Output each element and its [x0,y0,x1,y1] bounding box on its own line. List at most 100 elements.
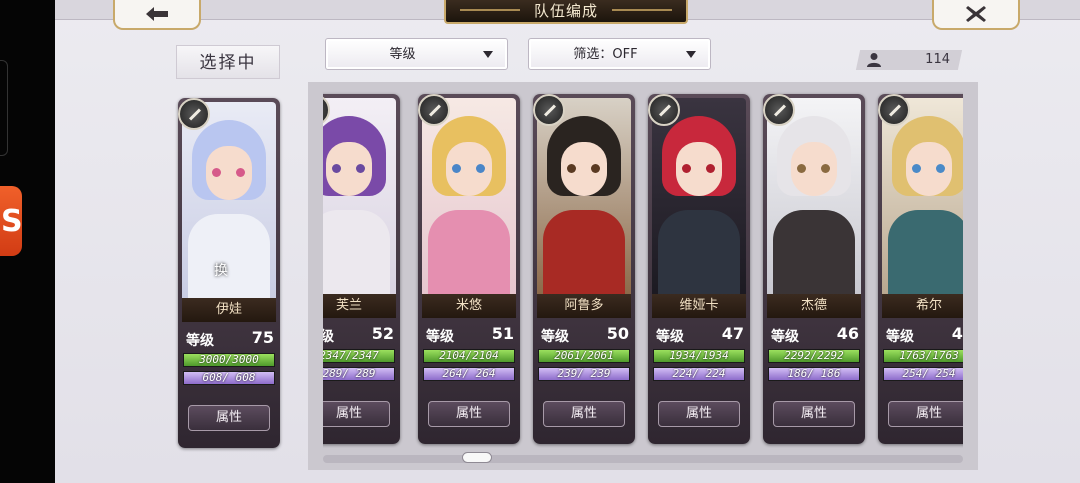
hp-value: 3000/3000 [199,353,259,366]
hp-value: 2292/2292 [784,349,844,362]
hp-bar: 1934/1934 [653,349,745,363]
sword-class-icon [533,94,565,126]
hp-value: 2347/2347 [323,349,379,362]
roster-card[interactable]: 阿鲁多 等级 50 2061/2061 239/ 239 属性 [533,94,635,444]
triangle-down-icon [483,51,493,58]
portrait-eye [912,164,921,173]
level-label: 等级 [323,329,334,345]
portrait-eye [591,164,600,173]
character-portrait [422,98,516,294]
mp-bar: 224/ 224 [653,367,745,381]
portrait-eye [236,168,245,177]
mp-value: 186/ 186 [787,367,841,380]
sort-dropdown[interactable]: 等级 [325,38,508,70]
level-value: 46 [836,324,859,343]
filter-dropdown-value: 筛选：OFF [573,47,638,62]
character-portrait [652,98,746,294]
attributes-button[interactable]: 属性 [773,401,855,427]
hp-value: 2061/2061 [554,349,614,362]
roster-card[interactable]: 芙兰 等级 52 2347/2347 289/ 289 属性 [323,94,400,444]
character-name: 杰德 [767,294,861,318]
portrait-body [658,210,740,294]
hp-bar: 2292/2292 [768,349,860,363]
attributes-button[interactable]: 属性 [188,405,270,431]
character-portrait [537,98,631,294]
level-value: 75 [251,328,274,347]
character-name: 阿鲁多 [537,294,631,318]
floating-app-icon[interactable] [0,186,23,256]
hp-value: 1934/1934 [669,349,729,362]
triangle-down-icon [686,51,696,58]
level-label: 等级 [656,329,684,345]
roster-card[interactable]: 维娅卡 等级 47 1934/1934 224/ 224 属性 [648,94,750,444]
mp-value: 254/ 254 [902,367,956,380]
hp-bar: 2061/2061 [538,349,630,363]
level-value: 44 [951,324,963,343]
portrait-body [543,210,625,294]
character-portrait: 换 [182,102,276,298]
attributes-button[interactable]: 属性 [543,401,625,427]
mage-class-icon [878,94,910,126]
mp-bar: 254/ 254 [883,367,963,381]
character-name: 希尔 [882,294,963,318]
attributes-button[interactable]: 属性 [428,401,510,427]
level-label: 等级 [426,329,454,345]
character-name: 伊娃 [182,298,276,322]
roster-card[interactable]: 米悠 等级 51 2104/2104 264/ 264 属性 [418,94,520,444]
arrow-left-icon [146,7,168,21]
person-icon [867,53,881,67]
page-title: 队伍编成 [444,0,688,24]
character-portrait [323,98,396,294]
portrait-eye [212,168,221,177]
mage-class-icon [178,98,210,130]
portrait-eye [821,164,830,173]
swap-badge: 换 [214,263,228,279]
selected-character-card[interactable]: 换 伊娃 等级 75 3000/3000 608/ 608 属性 [178,98,280,448]
mp-value: 264/ 264 [442,367,496,380]
mp-bar: 264/ 264 [423,367,515,381]
sword-class-icon [418,94,450,126]
portrait-eye [476,164,485,173]
close-x-icon [966,6,986,22]
mp-bar: 608/ 608 [183,371,275,385]
mp-value: 608/ 608 [202,371,256,384]
attributes-button[interactable]: 属性 [658,401,740,427]
portrait-body [773,210,855,294]
portrait-body [888,210,963,294]
portrait-eye [452,164,461,173]
character-name: 维娅卡 [652,294,746,318]
roster-scrollbar[interactable] [323,455,963,463]
hp-bar: 1763/1763 [883,349,963,363]
roster-card[interactable]: 希尔 等级 44 1763/1763 254/ 254 属性 [878,94,963,444]
roster-list[interactable]: 芙兰 等级 52 2347/2347 289/ 289 属性 米悠 等级 51 … [323,88,963,448]
mp-value: 239/ 239 [557,367,611,380]
roster-scroll-thumb[interactable] [462,452,492,463]
character-name: 芙兰 [323,294,396,318]
mp-bar: 186/ 186 [768,367,860,381]
spear-class-icon [763,94,795,126]
mp-bar: 289/ 289 [323,367,395,381]
character-portrait [882,98,963,294]
filter-dropdown[interactable]: 筛选：OFF [528,38,711,70]
character-portrait [767,98,861,294]
hp-value: 1763/1763 [899,349,959,362]
attributes-button[interactable]: 属性 [888,401,963,427]
sort-dropdown-value: 等级 [389,47,416,62]
portrait-eye [682,164,691,173]
level-label: 等级 [771,329,799,345]
attributes-button[interactable]: 属性 [323,401,390,427]
close-button[interactable] [932,0,1020,30]
sword-class-icon [648,94,680,126]
portrait-eye [567,164,576,173]
level-value: 50 [606,324,629,343]
hp-value: 2104/2104 [439,349,499,362]
back-button[interactable] [113,0,201,30]
mp-value: 289/ 289 [323,367,376,380]
roster-card[interactable]: 杰德 等级 46 2292/2292 186/ 186 属性 [763,94,865,444]
level-label: 等级 [886,329,914,345]
portrait-body [428,210,510,294]
level-label: 等级 [186,333,214,349]
portrait-eye [706,164,715,173]
level-label: 等级 [541,329,569,345]
mp-value: 224/ 224 [672,367,726,380]
